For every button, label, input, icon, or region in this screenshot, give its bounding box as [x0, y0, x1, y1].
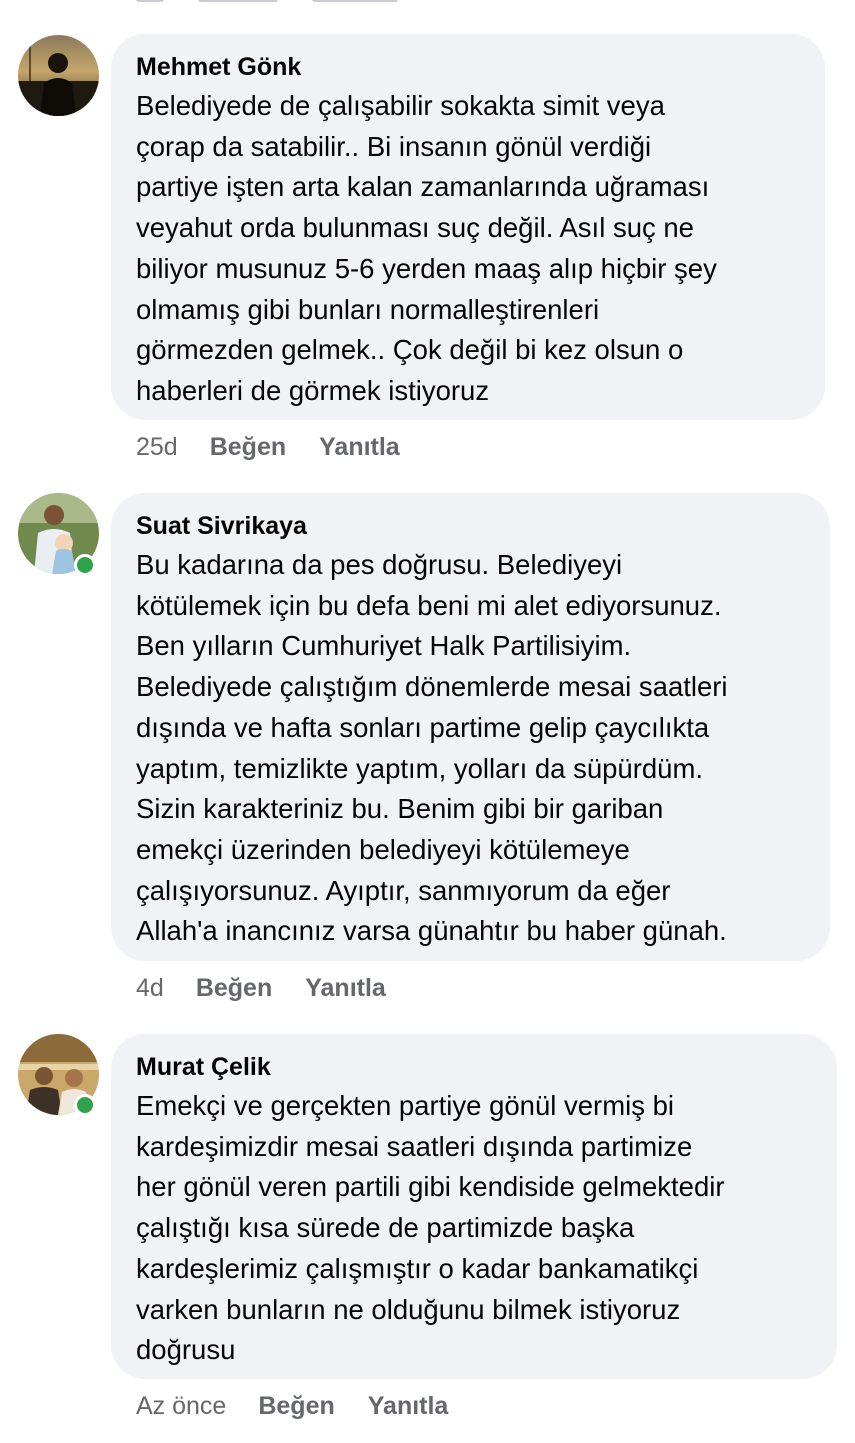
comment-actions: Az önce Beğen Yanıtla — [136, 1391, 448, 1421]
comment-text-line: veyahut orda bulunması suç değil. Asıl s… — [136, 212, 694, 244]
comment-text-line: çalıştığı kısa sürede de partimizde başk… — [136, 1212, 635, 1244]
comment-author[interactable]: Mehmet Gönk — [136, 52, 805, 82]
comment-text-line: kardeşimizdir mesai saatleri dışında par… — [136, 1130, 693, 1162]
like-button[interactable]: Beğen — [258, 1391, 334, 1421]
comment-text-line: Belediyede çalıştığım dönemlerde mesai s… — [136, 671, 728, 703]
like-button[interactable]: Beğen — [196, 973, 272, 1003]
comment-text-line: çorap da satabilir.. Bi insanın gönül ve… — [136, 130, 652, 162]
online-status-indicator — [74, 554, 96, 576]
comment-text-line: Emekçi ve gerçekten partiye gönül vermiş… — [136, 1090, 675, 1121]
reply-button[interactable]: Yanıtla — [368, 1391, 449, 1421]
comment-text-line: olmamış gibi bunları normalleştirenleri — [136, 293, 600, 325]
comment-actions: 4d Beğen Yanıtla — [136, 973, 386, 1003]
comment-bubble: Mehmet Gönk Belediyede de çalışabilir so… — [111, 34, 825, 420]
comment-text-line: emekçi üzerinden belediyeyi kötülemeye — [136, 833, 630, 865]
comment-text: Belediyede de çalışabilir sokakta simit … — [136, 86, 805, 412]
comment-text-line: haberleri de görmek istiyoruz — [136, 374, 490, 406]
comment-text: Emekçi ve gerçekten partiye gönül vermiş… — [136, 1086, 817, 1371]
comment-bubble: Suat Sivrikaya Bu kadarına da pes doğrus… — [111, 493, 830, 961]
comment-text-line: biliyor musunuz 5-6 yerden maaş alıp hiç… — [136, 252, 717, 284]
comment-text-line: Belediyede de çalışabilir sokakta simit … — [136, 90, 665, 121]
comment-actions: 25d Beğen Yanıtla — [136, 432, 400, 462]
comment-text-line: çalışıyorsunuz. Ayıptır, sanmıyorum da e… — [136, 874, 671, 906]
comment-timestamp[interactable]: Az önce — [136, 1391, 226, 1421]
avatar-photo — [18, 35, 99, 116]
comment-text-line: Allah'a inancınız varsa günahtır bu habe… — [136, 915, 727, 947]
reply-button[interactable]: Yanıtla — [319, 432, 400, 462]
comment-timestamp[interactable]: 4d — [136, 973, 164, 1003]
comment-bubble: Murat Çelik Emekçi ve gerçekten partiye … — [111, 1034, 837, 1379]
comment-text-line: varken bunların ne olduğunu bilmek istiy… — [136, 1293, 681, 1325]
like-button[interactable]: Beğen — [210, 432, 286, 462]
comment-text-line: partiye işten arta kalan zamanlarında uğ… — [136, 171, 710, 203]
previous-comment-actions-cutoff — [136, 0, 436, 4]
comment-text-line: doğrusu — [136, 1334, 236, 1366]
comment-text-line: kötülemek için bu defa beni mi alet ediy… — [136, 589, 722, 621]
comment-text-line: Bu kadarına da pes doğrusu. Belediyeyi — [136, 549, 623, 580]
comment-text-line: kardeşlerimiz çalışmıştır o kadar bankam… — [136, 1252, 699, 1284]
comment-feed: Mehmet Gönk Belediyede de çalışabilir so… — [0, 0, 855, 1443]
reply-button[interactable]: Yanıtla — [305, 973, 386, 1003]
comment-text-line: Ben yılların Cumhuriyet Halk Partilisiyi… — [136, 630, 632, 662]
comment-text: Bu kadarına da pes doğrusu. Belediyeyi k… — [136, 545, 810, 952]
comment-text-line: Sizin karakteriniz bu. Benim gibi bir ga… — [136, 793, 664, 825]
comment-text-line: dışında ve hafta sonları partime gelip ç… — [136, 711, 710, 743]
comment-text-line: yaptım, temizlikte yaptım, yolları da sü… — [136, 752, 704, 784]
comment-text-line: görmezden gelmek.. Çok değil bi kez olsu… — [136, 334, 684, 366]
comment-author[interactable]: Murat Çelik — [136, 1052, 817, 1082]
comment-author[interactable]: Suat Sivrikaya — [136, 511, 810, 541]
avatar[interactable] — [18, 35, 99, 116]
comment-text-line: her gönül veren partili gibi kendiside g… — [136, 1171, 725, 1203]
online-status-indicator — [74, 1094, 96, 1116]
comment-timestamp[interactable]: 25d — [136, 432, 178, 462]
